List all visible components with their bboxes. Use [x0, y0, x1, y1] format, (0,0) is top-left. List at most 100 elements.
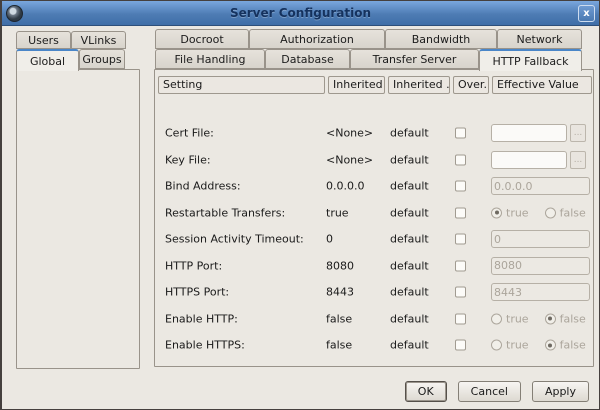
inherited-source: default — [390, 126, 429, 140]
setting-row-http-port: HTTP Port: 8080 default — [155, 253, 593, 280]
effective-value-control — [491, 177, 590, 196]
tab-global[interactable]: Global — [16, 49, 79, 71]
inherited-value: <None> — [326, 153, 374, 167]
inherited-value: true — [326, 206, 349, 220]
tab-file-handling[interactable]: File Handling — [155, 49, 265, 69]
setting-row-key-file: Key File: <None> default... — [155, 147, 593, 174]
override-checkbox[interactable] — [455, 339, 466, 351]
effective-value-radio-group: true false — [491, 312, 586, 325]
column-header-2-inherited[interactable]: Inherited ... — [388, 76, 450, 94]
radio-icon[interactable] — [491, 313, 502, 325]
effective-value-input[interactable] — [491, 124, 567, 143]
left-tab-panel — [16, 69, 140, 369]
cancel-button[interactable]: Cancel — [457, 381, 521, 402]
setting-row-enable-https: Enable HTTPS: false default true false — [155, 332, 593, 359]
inherited-value: 0.0.0.0 — [326, 179, 365, 193]
radio-option-false[interactable]: false — [544, 206, 586, 219]
inherited-source: default — [390, 153, 429, 167]
tab-network[interactable]: Network — [497, 29, 582, 49]
effective-value-input[interactable] — [491, 230, 590, 249]
browse-button[interactable]: ... — [570, 150, 586, 169]
tab-users[interactable]: Users — [16, 31, 71, 49]
apply-button[interactable]: Apply — [531, 381, 589, 402]
radio-icon[interactable] — [544, 339, 556, 351]
radio-option-true[interactable]: true — [491, 339, 529, 352]
effective-value-control: ... — [491, 124, 586, 143]
effective-value-input[interactable] — [491, 256, 590, 275]
column-header-3-over[interactable]: Over... — [453, 76, 489, 94]
effective-value-control: ... — [491, 150, 586, 169]
tab-vlinks[interactable]: VLinks — [71, 31, 126, 49]
inherited-value: 8443 — [326, 285, 354, 299]
effective-value-input[interactable] — [491, 283, 590, 302]
ok-button[interactable]: OK — [404, 381, 447, 402]
radio-icon[interactable] — [491, 207, 502, 219]
window-title: Server Configuration — [229, 6, 372, 20]
tab-authorization[interactable]: Authorization — [249, 29, 385, 49]
effective-value-radio-group: true false — [491, 206, 586, 219]
effective-value-input[interactable] — [491, 177, 590, 196]
inherited-source: default — [390, 338, 429, 352]
effective-value-control — [491, 283, 590, 302]
dialog-buttons: OK Cancel Apply — [404, 381, 589, 402]
inherited-value: false — [326, 312, 353, 326]
close-icon[interactable]: x — [578, 4, 595, 22]
override-checkbox[interactable] — [455, 233, 466, 245]
server-configuration-window: Server Configuration x Users VLinks Global… — [0, 0, 600, 410]
setting-label: HTTP Port: — [165, 259, 223, 273]
inherited-value: <None> — [326, 126, 374, 140]
radio-option-false[interactable]: false — [544, 339, 586, 352]
tab-transfer-server[interactable]: Transfer Server — [350, 49, 479, 69]
override-checkbox[interactable] — [455, 260, 466, 272]
inherited-value: 0 — [326, 232, 333, 246]
inherited-source: default — [390, 259, 429, 273]
radio-option-true[interactable]: true — [491, 206, 529, 219]
override-checkbox[interactable] — [455, 207, 466, 219]
setting-label: Key File: — [165, 153, 211, 167]
column-header-4-effective-value[interactable]: Effective Value — [492, 76, 592, 94]
setting-row-https-port: HTTPS Port: 8443 default — [155, 279, 593, 306]
setting-label: Enable HTTPS: — [165, 338, 245, 352]
settings-panel: SettingInherited ...Inherited ...Over...… — [154, 69, 594, 367]
tab-bandwidth[interactable]: Bandwidth — [385, 29, 497, 49]
radio-option-true[interactable]: true — [491, 312, 529, 325]
effective-value-control: true false — [491, 312, 586, 325]
setting-row-bind-address: Bind Address: 0.0.0.0 default — [155, 173, 593, 200]
setting-label: HTTPS Port: — [165, 285, 230, 299]
override-checkbox[interactable] — [455, 313, 466, 325]
browse-button[interactable]: ... — [570, 124, 586, 143]
override-checkbox[interactable] — [455, 127, 466, 139]
window-menu-icon[interactable] — [6, 4, 23, 22]
radio-icon[interactable] — [544, 313, 556, 325]
radio-icon[interactable] — [491, 339, 502, 351]
effective-value-control: true false — [491, 206, 586, 219]
inherited-value: false — [326, 338, 353, 352]
tab-docroot[interactable]: Docroot — [155, 29, 249, 49]
setting-label: Cert File: — [165, 126, 214, 140]
inherited-source: default — [390, 179, 429, 193]
setting-row-session-activity-timeout: Session Activity Timeout: 0 default — [155, 226, 593, 253]
effective-value-radio-group: true false — [491, 339, 586, 352]
setting-label: Restartable Transfers: — [165, 206, 286, 220]
setting-label: Enable HTTP: — [165, 312, 238, 326]
inherited-source: default — [390, 285, 429, 299]
column-header-0-setting[interactable]: Setting — [158, 76, 325, 94]
radio-option-false[interactable]: false — [544, 312, 586, 325]
override-checkbox[interactable] — [455, 180, 466, 192]
setting-row-cert-file: Cert File: <None> default... — [155, 120, 593, 147]
dialog-body: Users VLinks Global Groups Docroot Authoriza… — [2, 25, 599, 409]
tab-http-fallback[interactable]: HTTP Fallback — [479, 49, 582, 71]
tab-groups[interactable]: Groups — [79, 49, 125, 69]
tab-database[interactable]: Database — [265, 49, 350, 69]
radio-icon[interactable] — [544, 207, 556, 219]
settings-rows: Cert File: <None> default... Key File: <None… — [155, 120, 593, 359]
inherited-value: 8080 — [326, 259, 354, 273]
column-header-1-inherited[interactable]: Inherited ... — [328, 76, 385, 94]
effective-value-control — [491, 256, 590, 275]
setting-row-restartable-transfers: Restartable Transfers: true default true fal… — [155, 200, 593, 227]
setting-label: Bind Address: — [165, 179, 241, 193]
inherited-source: default — [390, 206, 429, 220]
effective-value-input[interactable] — [491, 150, 567, 169]
override-checkbox[interactable] — [455, 286, 466, 298]
override-checkbox[interactable] — [455, 154, 466, 166]
